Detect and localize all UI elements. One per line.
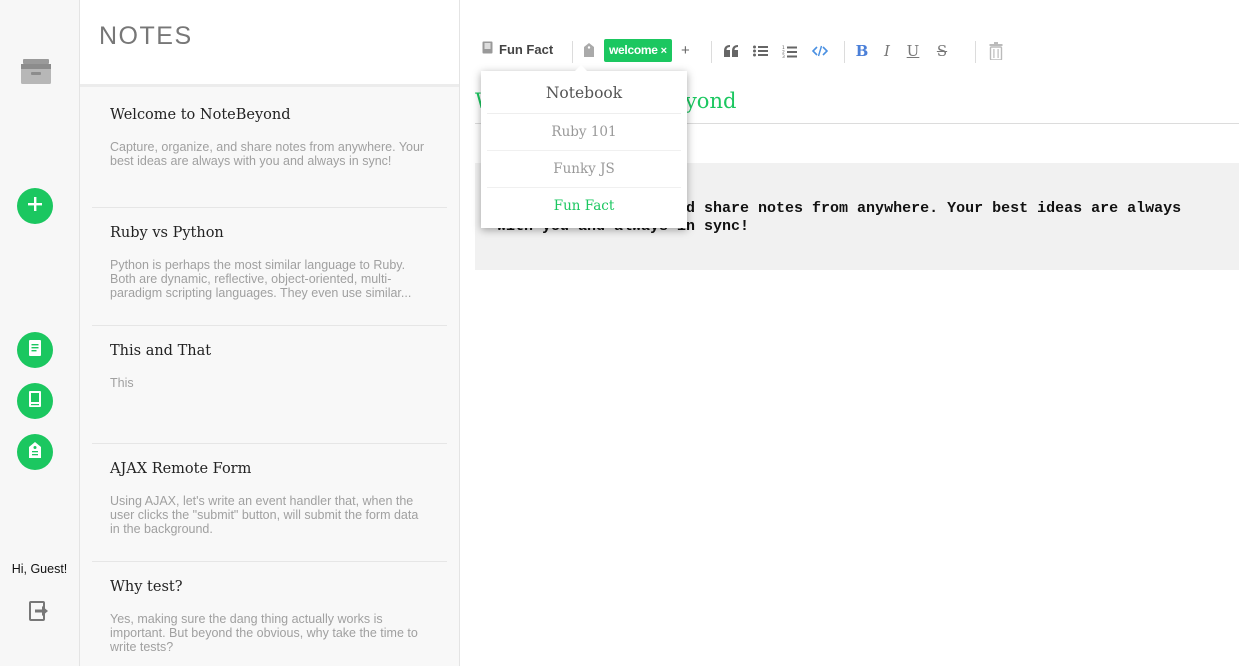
plus-icon: [26, 195, 44, 218]
dropdown-item-fun-fact[interactable]: Fun Fact: [487, 188, 681, 224]
bullet-list-icon[interactable]: [751, 42, 769, 60]
notebook-icon: [27, 390, 43, 413]
new-note-button[interactable]: [17, 188, 53, 224]
trash-icon[interactable]: [987, 42, 1005, 60]
notes-header: NOTES: [80, 0, 459, 87]
notebook-selector[interactable]: Fun Fact: [482, 41, 553, 57]
toolbar-divider: [975, 41, 976, 63]
greeting: Hi, Guest!: [11, 562, 68, 576]
tags-nav-button[interactable]: [17, 434, 53, 470]
notebook-dropdown: Notebook Ruby 101 Funky JS Fun Fact: [481, 65, 687, 228]
note-item-snippet: Yes, making sure the dang thing actually…: [110, 612, 418, 654]
note-item-snippet: Python is perhaps the most similar langu…: [110, 258, 412, 300]
filing-cabinet-icon[interactable]: [20, 57, 52, 85]
note-list-item[interactable]: Welcome to NoteBeyond Capture, organize,…: [92, 90, 447, 208]
dropdown-header: Notebook: [487, 71, 681, 114]
note-item-snippet: Using AJAX, let's write an event handler…: [110, 494, 419, 536]
notebook-label: Fun Fact: [499, 41, 554, 57]
toolbar-divider: [711, 41, 712, 63]
quote-icon[interactable]: [722, 42, 740, 60]
dropdown-item-ruby-101[interactable]: Ruby 101: [487, 114, 681, 151]
note-item-snippet: Capture, organize, and share notes from …: [110, 140, 425, 168]
editor-toolbar: Fun Fact welcome × + 123 B I U S: [482, 36, 1242, 66]
note-list: Welcome to NoteBeyond Capture, organize,…: [92, 90, 447, 666]
add-tag-button[interactable]: +: [681, 42, 690, 59]
strikethrough-icon[interactable]: S: [933, 42, 951, 60]
dropdown-caret: [575, 65, 587, 71]
note-item-title: Ruby vs Python: [110, 225, 224, 241]
toolbar-divider: [844, 41, 845, 63]
underline-icon[interactable]: U: [904, 42, 922, 60]
toolbar-divider: [572, 41, 573, 63]
note-list-item[interactable]: AJAX Remote Form Using AJAX, let's write…: [92, 444, 447, 562]
notebooks-nav-button[interactable]: [17, 383, 53, 419]
numbered-list-icon[interactable]: 123: [780, 42, 798, 60]
tag-icon: [27, 441, 43, 464]
notes-icon: [27, 339, 43, 362]
bold-icon[interactable]: B: [853, 42, 871, 60]
italic-icon[interactable]: I: [878, 42, 896, 60]
note-item-title: AJAX Remote Form: [110, 461, 252, 477]
notes-title: NOTES: [99, 22, 193, 50]
note-list-item[interactable]: Why test? Yes, making sure the dang thin…: [92, 562, 447, 666]
notes-nav-button[interactable]: [17, 332, 53, 368]
tag-remove-icon[interactable]: ×: [661, 45, 667, 57]
notebook-icon: [482, 41, 493, 57]
logout-icon[interactable]: [28, 600, 50, 622]
tag-chip-label: welcome: [609, 43, 658, 57]
note-list-item[interactable]: Ruby vs Python Python is perhaps the mos…: [92, 208, 447, 326]
note-item-snippet: This: [110, 376, 134, 390]
svg-text:3: 3: [782, 54, 785, 58]
notes-column: NOTES Welcome to NoteBeyond Capture, org…: [80, 0, 460, 666]
code-icon[interactable]: [811, 42, 829, 60]
note-item-title: This and That: [110, 343, 212, 359]
note-item-title: Why test?: [110, 579, 183, 595]
note-list-item[interactable]: This and That This: [92, 326, 447, 444]
left-rail: Hi, Guest!: [0, 0, 80, 666]
tag-icon: [583, 43, 595, 57]
dropdown-item-funky-js[interactable]: Funky JS: [487, 151, 681, 188]
tag-chip[interactable]: welcome ×: [604, 39, 672, 62]
note-item-title: Welcome to NoteBeyond: [110, 107, 291, 123]
